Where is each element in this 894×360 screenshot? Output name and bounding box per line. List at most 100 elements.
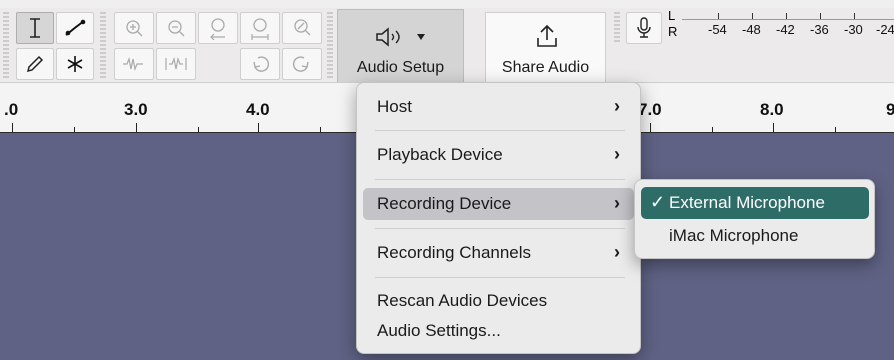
audio-setup-menu: Host › Playback Device › Recording Devic… <box>356 82 641 354</box>
menu-separator <box>375 179 625 180</box>
zoom-out-button[interactable] <box>156 12 196 44</box>
ruler-label: 3.0 <box>124 100 148 119</box>
audio-setup-label: Audio Setup <box>356 59 445 76</box>
recording-meter[interactable]: L R -54 -48 -42 -36 -30 -24 <box>660 8 894 44</box>
fit-selection-button[interactable] <box>198 12 238 44</box>
fit-project-button[interactable] <box>240 12 280 44</box>
meter-tick <box>854 13 855 19</box>
chevron-right-icon: › <box>614 193 620 213</box>
share-icon <box>537 24 557 47</box>
draw-tool-button[interactable] <box>16 48 54 80</box>
meter-channel-left: L <box>668 8 676 23</box>
redo-icon <box>292 56 309 72</box>
menu-item-recording-channels[interactable]: Recording Channels › <box>363 237 634 269</box>
zoom-fit-project-icon <box>251 18 269 40</box>
share-audio-button[interactable]: Share Audio <box>485 12 606 82</box>
zoom-toggle-button[interactable] <box>282 12 322 44</box>
toolbar: Audio Setup Share Audio L R -54 -48 -42 … <box>0 0 894 83</box>
share-audio-label: Share Audio <box>501 59 590 76</box>
meter-scale-value: -54 <box>708 22 727 37</box>
ruler-tick <box>12 123 13 132</box>
meter-scale-line <box>682 19 894 20</box>
meter-scale-value: -42 <box>776 22 795 37</box>
checkmark-icon: ✓ <box>650 192 666 212</box>
menu-item-label: Audio Settings... <box>377 321 501 340</box>
ruler-label: 8.0 <box>760 100 784 119</box>
undo-button[interactable] <box>240 48 280 80</box>
selection-tool-button[interactable] <box>16 12 54 44</box>
menu-item-label: Recording Device <box>377 194 512 213</box>
chevron-right-icon: › <box>614 144 620 164</box>
meter-channel-right: R <box>668 24 678 39</box>
toolbar-grip[interactable] <box>3 12 9 78</box>
menu-item-recording-device[interactable]: Recording Device › <box>363 188 634 220</box>
recording-device-submenu: ✓ External Microphone iMac Microphone <box>634 179 875 259</box>
multi-tool-button[interactable] <box>56 48 94 80</box>
submenu-item-external-microphone[interactable]: ✓ External Microphone <box>641 187 869 219</box>
menu-item-label: Playback Device <box>377 145 503 164</box>
ruler-label: 4.0 <box>246 100 270 119</box>
pencil-icon <box>26 55 44 73</box>
audio-setup-button[interactable]: Audio Setup <box>337 9 464 82</box>
menu-separator <box>375 277 625 278</box>
ruler-tick <box>320 127 321 132</box>
menu-item-label: Recording Channels <box>377 243 532 262</box>
ruler-tick <box>258 123 259 132</box>
toolbar-grip[interactable] <box>100 12 106 78</box>
zoom-toggle-icon <box>294 19 311 36</box>
ruler-label: 7.0 <box>638 100 662 119</box>
silence-icon <box>165 56 187 70</box>
meter-scale-value: -48 <box>742 22 761 37</box>
i-beam-icon <box>30 18 40 38</box>
record-meter-button[interactable] <box>626 12 662 44</box>
menu-item-audio-settings[interactable]: Audio Settings... <box>363 315 634 347</box>
ruler-label: .0 <box>4 100 19 119</box>
toolbar-top-strip <box>0 0 894 8</box>
menu-item-host[interactable]: Host › <box>363 91 634 123</box>
redo-button[interactable] <box>282 48 322 80</box>
ruler-tick <box>136 123 137 132</box>
meter-scale-value: -36 <box>810 22 829 37</box>
silence-audio-button[interactable] <box>156 48 196 80</box>
meter-tick <box>820 13 821 19</box>
envelope-icon <box>65 19 86 36</box>
submenu-item-label: iMac Microphone <box>669 226 799 245</box>
meter-tick <box>752 13 753 19</box>
ruler-tick <box>773 123 774 132</box>
ruler-tick <box>650 123 651 132</box>
chevron-right-icon: › <box>614 242 620 262</box>
menu-separator <box>375 228 625 229</box>
trim-icon <box>123 56 143 72</box>
submenu-item-imac-microphone[interactable]: iMac Microphone <box>641 220 869 252</box>
toolbar-grip[interactable] <box>614 12 620 44</box>
meter-tick <box>718 13 719 19</box>
menu-item-rescan-audio-devices[interactable]: Rescan Audio Devices <box>363 285 634 317</box>
audio-setup-icon-group <box>374 26 426 48</box>
menu-item-label: Host <box>377 97 412 116</box>
toolbar-grip[interactable] <box>327 12 333 78</box>
meter-scale-value: -24 <box>876 22 894 37</box>
ruler-tick <box>712 127 713 132</box>
microphone-icon <box>637 17 651 38</box>
zoom-in-icon <box>126 20 143 37</box>
undo-icon <box>253 56 270 72</box>
ruler-tick <box>198 127 199 132</box>
menu-item-playback-device[interactable]: Playback Device › <box>363 139 634 171</box>
envelope-tool-button[interactable] <box>56 12 94 44</box>
asterisk-icon <box>67 56 83 72</box>
submenu-item-label: External Microphone <box>669 193 825 212</box>
speaker-icon <box>376 27 400 47</box>
meter-scale-value: -30 <box>844 22 863 37</box>
trim-audio-button[interactable] <box>114 48 154 80</box>
zoom-fit-selection-icon <box>210 18 225 40</box>
ruler-label: 9 <box>886 100 894 119</box>
menu-separator <box>375 130 625 131</box>
zoom-in-button[interactable] <box>114 12 154 44</box>
ruler-tick <box>835 127 836 132</box>
dropdown-triangle-icon <box>417 34 425 40</box>
menu-item-label: Rescan Audio Devices <box>377 291 548 310</box>
zoom-out-icon <box>168 20 185 37</box>
chevron-right-icon: › <box>614 96 620 116</box>
meter-tick <box>786 13 787 19</box>
ruler-tick <box>74 127 75 132</box>
